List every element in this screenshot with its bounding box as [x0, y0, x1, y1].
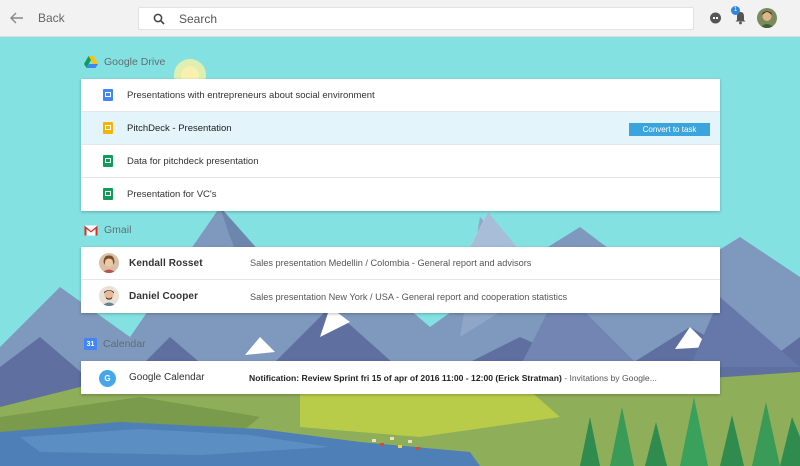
google-drive-header: Google Drive [84, 56, 165, 68]
search-bar[interactable] [138, 7, 694, 30]
drive-file-name: Data for pitchdeck presentation [127, 155, 259, 167]
sender-avatar [99, 253, 119, 273]
arrow-left-icon [10, 12, 23, 24]
gmail-icon [84, 225, 98, 235]
google-drive-results: Presentations with entrepreneurs about s… [81, 79, 720, 211]
email-row[interactable]: Daniel Cooper Sales presentation New Yor… [81, 280, 720, 313]
email-subject: Sales presentation New York / USA - Gene… [250, 291, 568, 302]
sender-avatar [99, 286, 119, 306]
drive-file-name: Presentation for VC's [127, 189, 217, 200]
email-subject: Sales presentation Medellin / Colombia -… [250, 258, 532, 268]
google-calendar-icon: G [99, 370, 116, 387]
email-row[interactable]: Kendall Rosset Sales presentation Medell… [81, 247, 720, 280]
calendar-source: Google Calendar [129, 372, 205, 383]
calendar-event-row[interactable]: G Google Calendar Notification: Review S… [81, 361, 720, 394]
google-drive-title: Google Drive [104, 56, 166, 68]
sheets-icon [103, 155, 113, 167]
gmail-results: Kendall Rosset Sales presentation Medell… [81, 247, 720, 313]
back-label: Back [38, 11, 65, 25]
gmail-header: Gmail [84, 224, 131, 236]
sheets-icon [103, 188, 113, 200]
back-button[interactable]: Back [10, 6, 65, 30]
gmail-title: Gmail [104, 224, 132, 236]
convert-to-task-button[interactable]: Convert to task [629, 123, 710, 136]
calendar-notification: Notification: Review Sprint fri 15 of ap… [249, 372, 562, 383]
search-input[interactable] [179, 11, 659, 26]
calendar-event-description: Notification: Review Sprint fri 15 of ap… [249, 373, 657, 383]
top-bar: Back 1 [0, 0, 800, 37]
drive-file-name: Presentations with entrepreneurs about s… [127, 89, 375, 101]
google-drive-icon [84, 56, 98, 68]
drive-file-row[interactable]: Presentation for VC's [81, 178, 720, 211]
email-sender: Kendall Rosset [129, 257, 203, 269]
drive-file-name: PitchDeck - Presentation [127, 122, 232, 134]
calendar-icon: 31 [84, 338, 97, 350]
chat-bubble-icon [709, 12, 721, 23]
hangouts-button[interactable] [706, 9, 724, 27]
calendar-title: Calendar [103, 338, 146, 350]
drive-file-row[interactable]: Presentations with entrepreneurs about s… [81, 79, 720, 112]
slides-icon [103, 122, 113, 134]
user-avatar[interactable] [757, 8, 777, 28]
doc-icon [103, 89, 113, 101]
calendar-header: 31 Calendar [84, 338, 146, 350]
notification-badge: 1 [731, 6, 740, 15]
calendar-invitation-text: - Invitations by Google... [561, 372, 657, 383]
drive-file-row[interactable]: PitchDeck - Presentation Convert to task [81, 112, 720, 145]
calendar-results: G Google Calendar Notification: Review S… [81, 361, 720, 394]
email-sender: Daniel Cooper [129, 291, 199, 302]
notifications-button[interactable]: 1 [731, 6, 749, 27]
drive-file-row[interactable]: Data for pitchdeck presentation [81, 145, 720, 178]
search-icon [139, 13, 179, 25]
